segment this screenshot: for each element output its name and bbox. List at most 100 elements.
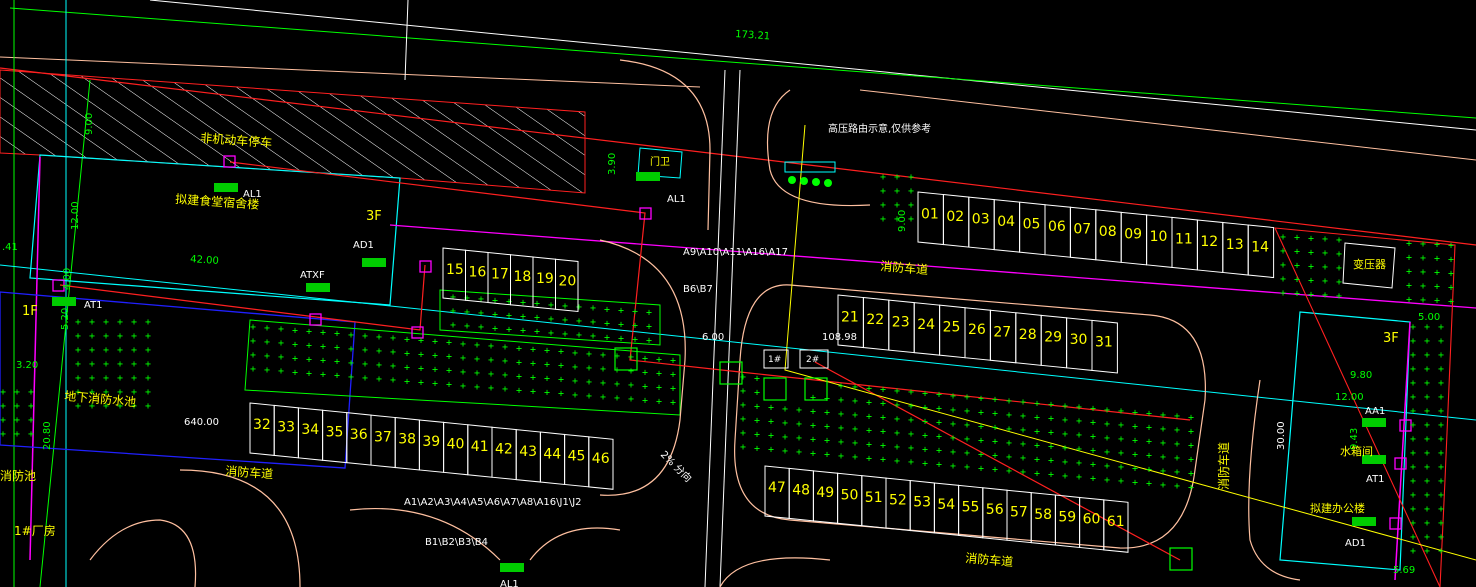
landscape-mark: + xyxy=(600,392,606,403)
landscape-mark: + xyxy=(1322,276,1328,287)
landscape-mark: + xyxy=(768,417,774,428)
dim-900b: 9.00 xyxy=(897,210,908,232)
landscape-mark: + xyxy=(950,447,956,458)
transformer-label: 变压器 xyxy=(1353,257,1386,271)
parking-number: 55 xyxy=(962,500,980,516)
landscape-mark: + xyxy=(646,322,652,333)
landscape-mark: + xyxy=(992,437,998,448)
landscape-mark: + xyxy=(0,429,6,440)
landscape-mark: + xyxy=(1076,444,1082,455)
dim-980: 9.80 xyxy=(1350,370,1372,381)
landscape-mark: + xyxy=(590,303,596,314)
landscape-mark: + xyxy=(544,374,550,385)
landscape-mark: + xyxy=(604,318,610,329)
landscape-mark: + xyxy=(1438,546,1444,557)
landscape-mark: + xyxy=(1146,409,1152,420)
landscape-mark: + xyxy=(306,340,312,351)
landscape-mark: + xyxy=(502,384,508,395)
landscape-mark: + xyxy=(656,396,662,407)
landscape-mark: + xyxy=(992,423,998,434)
landscape-mark: + xyxy=(145,359,151,370)
ad1-label-left: AD1 xyxy=(353,240,374,251)
landscape-mark: + xyxy=(950,433,956,444)
landscape-mark: + xyxy=(1076,416,1082,427)
landscape-mark: + xyxy=(306,326,312,337)
landscape-mark: + xyxy=(642,353,648,364)
landscape-mark: + xyxy=(534,313,540,324)
landscape-mark: + xyxy=(362,345,368,356)
landscape-mark: + xyxy=(1020,411,1026,422)
underground-pool-outline xyxy=(0,291,356,469)
landscape-mark: + xyxy=(866,425,872,436)
parking-number: 24 xyxy=(917,317,935,333)
landscape-mark: + xyxy=(464,293,470,304)
landscape-mark: + xyxy=(418,349,424,360)
landscape-mark: + xyxy=(880,441,886,452)
landscape-mark: + xyxy=(978,393,984,404)
landscape-mark: + xyxy=(103,373,109,384)
dim-9: 9.00 xyxy=(84,113,95,135)
landscape-mark: + xyxy=(320,370,326,381)
landscape-mark: + xyxy=(1410,546,1416,557)
landscape-mark: + xyxy=(75,317,81,328)
landscape-mark: + xyxy=(894,172,900,183)
landscape-mark: + xyxy=(852,396,858,407)
landscape-mark: + xyxy=(1146,479,1152,490)
landscape-mark: + xyxy=(492,309,498,320)
landscape-mark: + xyxy=(250,364,256,375)
landscape-mark: + xyxy=(866,439,872,450)
landscape-mark: + xyxy=(544,388,550,399)
landscape-mark: + xyxy=(1090,418,1096,429)
landscape-mark: + xyxy=(628,352,634,363)
landscape-mark: + xyxy=(922,416,928,427)
junction-box xyxy=(419,260,432,273)
landscape-mark: + xyxy=(1434,254,1440,265)
parking-number: 16 xyxy=(469,264,487,280)
landscape-mark: + xyxy=(1132,449,1138,460)
parking-number: 33 xyxy=(277,420,295,436)
landscape-mark: + xyxy=(922,458,928,469)
landscape-mark: + xyxy=(964,392,970,403)
dim-42: 42.00 xyxy=(190,254,219,267)
landscape-mark: + xyxy=(418,363,424,374)
landscape-mark: + xyxy=(894,414,900,425)
landscape-mark: + xyxy=(740,386,746,397)
landscape-mark: + xyxy=(103,317,109,328)
landscape-mark: + xyxy=(908,186,914,197)
landscape-mark: + xyxy=(320,342,326,353)
landscape-mark: + xyxy=(250,336,256,347)
landscape-mark: + xyxy=(131,345,137,356)
parking-number: 40 xyxy=(447,437,465,453)
landscape-mark: + xyxy=(768,431,774,442)
landscape-mark: + xyxy=(1160,466,1166,477)
parking-number: 43 xyxy=(519,444,537,460)
landscape-mark: + xyxy=(1438,532,1444,543)
landscape-mark: + xyxy=(1424,322,1430,333)
landscape-mark: + xyxy=(432,379,438,390)
circuits-top: A9\A10\A11\A16\A17 xyxy=(683,247,788,258)
landscape-mark: + xyxy=(250,350,256,361)
landscape-mark: + xyxy=(1424,462,1430,473)
landscape-mark: + xyxy=(14,429,20,440)
landscape-mark: + xyxy=(506,310,512,321)
office-outline xyxy=(1279,311,1411,571)
landscape-mark: + xyxy=(131,317,137,328)
landscape-mark: + xyxy=(572,376,578,387)
dim-4: 4.00 xyxy=(62,268,73,290)
fire-road-bottom: 消防车道 xyxy=(965,550,1014,569)
landscape-mark: + xyxy=(1434,282,1440,293)
landscape-mark: + xyxy=(1410,364,1416,375)
parking-number: 52 xyxy=(889,492,907,508)
landscape-mark: + xyxy=(1410,406,1416,417)
landscape-mark: + xyxy=(572,390,578,401)
landscape-mark: + xyxy=(796,419,802,430)
landscape-mark: + xyxy=(1160,452,1166,463)
parking-number: 59 xyxy=(1058,509,1076,525)
landscape-mark: + xyxy=(1410,350,1416,361)
hv-route-note: 高压路由示意,仅供参考 xyxy=(828,122,931,135)
landscape-mark: + xyxy=(1322,290,1328,301)
landscape-mark: + xyxy=(14,415,20,426)
landscape-mark: + xyxy=(548,314,554,325)
landscape-mark: + xyxy=(992,451,998,462)
landscape-mark: + xyxy=(1424,518,1430,529)
